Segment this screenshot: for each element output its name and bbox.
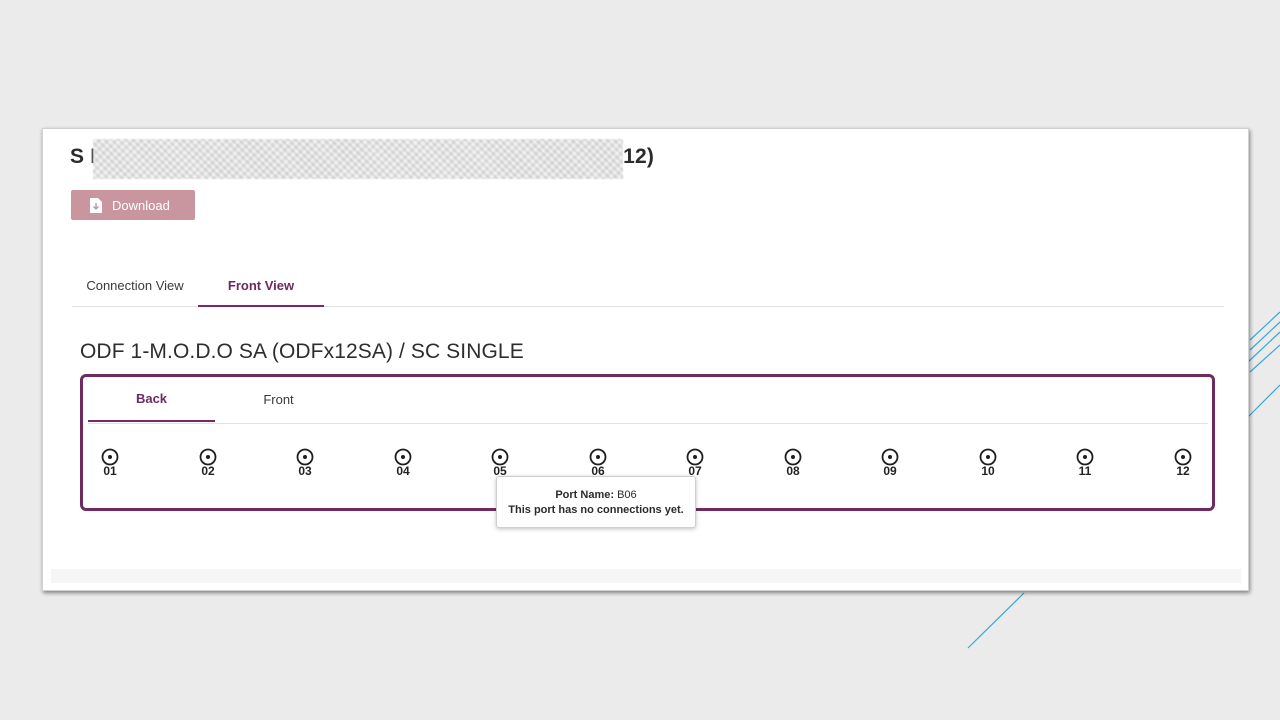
tab-connection-view[interactable]: Connection View bbox=[72, 265, 198, 305]
port-label: 01 bbox=[103, 464, 117, 478]
port-tooltip: Port Name: B06 This port has no connecti… bbox=[496, 476, 696, 528]
tooltip-port-name-value: B06 bbox=[617, 489, 637, 501]
port-label: 12 bbox=[1176, 464, 1190, 478]
port-09[interactable]: 09 bbox=[873, 448, 907, 478]
redacted-title-area bbox=[93, 139, 623, 179]
tooltip-message: This port has no connections yet. bbox=[508, 504, 684, 516]
port-03[interactable]: 03 bbox=[288, 448, 322, 478]
tooltip-port-name-label: Port Name: bbox=[555, 489, 615, 501]
port-04[interactable]: 04 bbox=[386, 448, 420, 478]
port-12[interactable]: 12 bbox=[1166, 448, 1200, 478]
odf-title: ODF 1-M.O.D.O SA (ODFx12SA) / SC SINGLE bbox=[80, 340, 524, 363]
port-08[interactable]: 08 bbox=[776, 448, 810, 478]
port-label: 09 bbox=[883, 464, 897, 478]
file-download-icon bbox=[90, 197, 102, 213]
tab-front[interactable]: Front bbox=[215, 377, 342, 422]
port-label: 10 bbox=[981, 464, 995, 478]
port-10[interactable]: 10 bbox=[971, 448, 1005, 478]
port-11[interactable]: 11 bbox=[1068, 448, 1102, 478]
side-tabs: Back Front bbox=[88, 377, 1208, 424]
port-label: 03 bbox=[298, 464, 312, 478]
port-detail-card: S L 312) Download Connection View Front V… bbox=[42, 128, 1249, 591]
tooltip-port-name-row: Port Name: B06 bbox=[497, 488, 695, 502]
tab-back[interactable]: Back bbox=[88, 377, 215, 422]
port-label: 04 bbox=[396, 464, 410, 478]
view-tabs: Connection View Front View bbox=[72, 265, 1224, 307]
footer-bar bbox=[51, 569, 1241, 583]
tab-front-view[interactable]: Front View bbox=[198, 265, 324, 307]
port-06[interactable]: 06 bbox=[581, 448, 615, 478]
download-button[interactable]: Download bbox=[71, 190, 195, 220]
download-label: Download bbox=[112, 197, 170, 213]
port-label: 11 bbox=[1078, 464, 1092, 478]
port-02[interactable]: 02 bbox=[191, 448, 225, 478]
port-label: 08 bbox=[786, 464, 800, 478]
port-07[interactable]: 07 bbox=[678, 448, 712, 478]
port-01[interactable]: 01 bbox=[93, 448, 127, 478]
port-label: 02 bbox=[201, 464, 215, 478]
port-05[interactable]: 05 bbox=[483, 448, 517, 478]
